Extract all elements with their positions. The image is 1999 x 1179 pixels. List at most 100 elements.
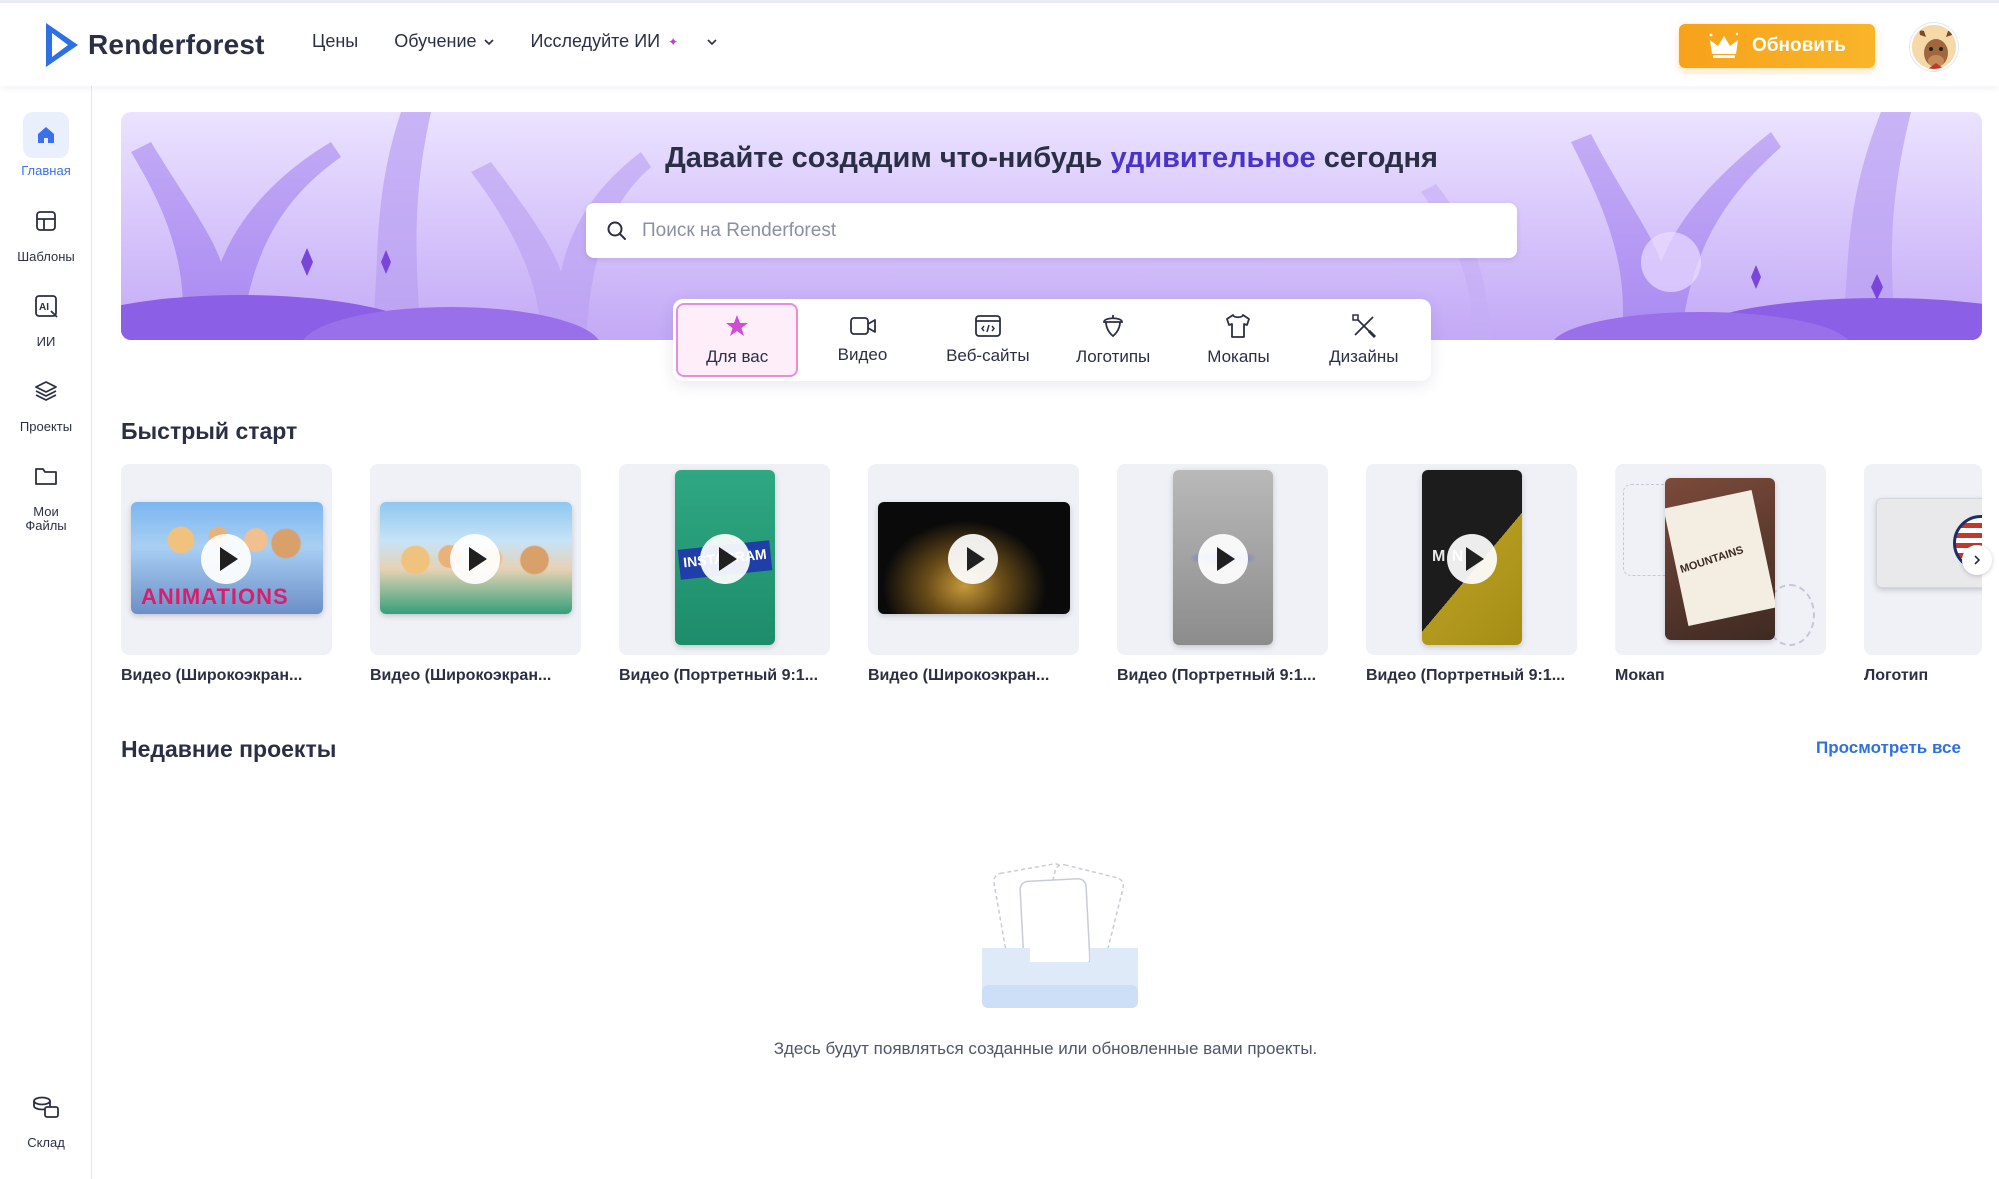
- moose-avatar-icon: [1912, 25, 1956, 69]
- star-icon: [726, 315, 749, 336]
- design-tools-icon: [1352, 314, 1376, 339]
- templates-icon: [23, 198, 69, 244]
- tshirt-icon: [1226, 314, 1251, 338]
- acorn-logo-icon: [1103, 315, 1124, 338]
- upgrade-label: Обновить: [1752, 35, 1846, 56]
- card-thumbnail: [868, 464, 1079, 655]
- sidebar-item-label: Мои Файлы: [25, 504, 67, 533]
- quick-start-card[interactable]: MOUNTAINS Мокап: [1615, 464, 1826, 685]
- quick-start-card[interactable]: M N Видео (Портретный 9:1...: [1366, 464, 1577, 685]
- tab-designs[interactable]: Дизайны: [1303, 303, 1425, 377]
- website-icon: [974, 315, 1001, 337]
- nav-pricing-label: Цены: [312, 31, 359, 51]
- tab-for-you[interactable]: Для вас: [676, 303, 799, 377]
- nav-explore-ai-label: Исследуйте ИИ: [530, 31, 661, 51]
- play-icon[interactable]: [201, 534, 251, 584]
- quick-start-card[interactable]: Логотип: [1864, 464, 1982, 685]
- upgrade-button[interactable]: Обновить: [1679, 24, 1875, 68]
- chevron-down-icon: [483, 38, 494, 45]
- quick-start-heading: Быстрый старт: [121, 418, 298, 444]
- recent-projects-heading: Недавние проекты: [121, 736, 337, 762]
- empty-state-message: Здесь будут появляться созданные или обн…: [773, 1039, 1318, 1058]
- sidebar-item-projects[interactable]: Проекты: [0, 368, 92, 434]
- card-label: Логотип: [1864, 667, 1929, 684]
- nav-learning-label: Обучение: [394, 31, 477, 51]
- quick-start-card[interactable]: INSTAGRAM Видео (Портретный 9:1...: [619, 464, 830, 685]
- tab-logos[interactable]: Логотипы: [1052, 303, 1174, 377]
- nav-pricing[interactable]: Цены: [312, 31, 358, 52]
- tab-label: Мокапы: [1207, 347, 1270, 366]
- video-camera-icon: [849, 317, 876, 335]
- stock-icon: [23, 1084, 69, 1130]
- nav-learning[interactable]: Обучение: [394, 31, 494, 52]
- logo-preview-image: [1876, 498, 1982, 588]
- brand-name: Renderforest: [88, 29, 265, 60]
- card-thumbnail: INSTAGRAM: [619, 464, 830, 655]
- sidebar-item-label: Шаблоны: [17, 249, 75, 264]
- mockup-preview-image: MOUNTAINS: [1665, 478, 1775, 640]
- card-thumbnail: M N: [1366, 464, 1577, 655]
- quick-start-card[interactable]: Видео (Широкоэкран...: [868, 464, 1079, 685]
- user-avatar[interactable]: [1910, 23, 1958, 71]
- folder-icon: [23, 453, 69, 499]
- tab-label: Дизайны: [1329, 347, 1399, 366]
- tab-label: Логотипы: [1076, 347, 1151, 366]
- sidebar-item-home[interactable]: Главная: [0, 112, 92, 178]
- tab-label: Видео: [837, 345, 888, 364]
- sparkle-icon: ✦: [668, 34, 679, 49]
- renderforest-logo-icon: [46, 23, 78, 67]
- card-label: Мокап: [1615, 667, 1665, 684]
- card-thumbnail: [370, 464, 581, 655]
- hero-title-start: Давайте создадим что-нибудь: [665, 142, 1111, 174]
- sidebar-item-label: Проекты: [19, 419, 73, 434]
- tab-label: Для вас: [706, 347, 769, 366]
- tab-mockups[interactable]: Мокапы: [1177, 303, 1299, 377]
- tab-video[interactable]: Видео: [801, 303, 923, 377]
- card-label: Видео (Портретный 9:1...: [619, 667, 819, 684]
- quick-start-card[interactable]: ANIMATIONS Видео (Широкоэкран...: [121, 464, 332, 685]
- sidebar-item-label: Главная: [21, 163, 71, 178]
- sidebar-item-label: ИИ: [36, 334, 56, 349]
- ai-icon: AI: [23, 283, 69, 329]
- empty-inbox-illustration: [982, 863, 1138, 1008]
- sidebar-item-templates[interactable]: Шаблоны: [0, 198, 92, 264]
- search-bar[interactable]: [586, 203, 1517, 258]
- tab-label: Веб-сайты: [946, 346, 1030, 365]
- layers-icon: [23, 368, 69, 414]
- chevron-down-icon: [707, 38, 717, 45]
- hero-title-end: сегодня: [1315, 142, 1438, 174]
- card-label: Видео (Портретный 9:1...: [1117, 667, 1317, 684]
- tab-websites[interactable]: Веб-сайты: [927, 303, 1049, 377]
- brand-logo[interactable]: Renderforest: [42, 21, 265, 69]
- sidebar-item-label: Склад: [27, 1135, 65, 1150]
- view-all-link[interactable]: Просмотреть все: [1816, 738, 1961, 758]
- card-thumbnail: MOUNTAINS: [1615, 464, 1826, 655]
- svg-text:AI: AI: [39, 302, 49, 313]
- sidebar: Главная Шаблоны AI ИИ Проекты Мои Файлы …: [0, 86, 92, 1179]
- main-nav: Цены Обучение Исследуйте ИИ ✦: [312, 31, 754, 52]
- quick-start-card[interactable]: Видео (Широкоэкран...: [370, 464, 581, 685]
- hero-title-accent: удивительное: [1110, 142, 1316, 174]
- card-label: Видео (Широкоэкран...: [370, 667, 552, 684]
- card-label: Видео (Широкоэкран...: [868, 667, 1050, 684]
- top-bar: Renderforest Цены Обучение Исследуйте ИИ…: [0, 0, 1999, 86]
- card-label: Видео (Широкоэкран...: [121, 667, 303, 684]
- card-label: Видео (Портретный 9:1...: [1366, 667, 1566, 684]
- sidebar-item-stock[interactable]: Склад: [0, 1084, 92, 1150]
- play-icon[interactable]: [450, 534, 500, 584]
- play-icon[interactable]: [700, 534, 750, 584]
- search-icon: [607, 221, 626, 240]
- play-icon[interactable]: [948, 534, 998, 584]
- category-tabs: Для вас Видео Веб-сайты Логотипы Мокапы …: [673, 299, 1431, 381]
- quick-start-card[interactable]: Видео (Портретный 9:1...: [1117, 464, 1328, 685]
- hero-title: Давайте создадим что-нибудь удивительное…: [121, 142, 1982, 175]
- carousel-next-button[interactable]: [1962, 545, 1992, 575]
- sidebar-item-my-files[interactable]: Мои Файлы: [0, 453, 92, 533]
- card-thumbnail: ANIMATIONS: [121, 464, 332, 655]
- sidebar-item-ai[interactable]: AI ИИ: [0, 283, 92, 349]
- search-input[interactable]: [642, 219, 1502, 242]
- chevron-right-icon: [1974, 555, 1981, 565]
- play-icon[interactable]: [1447, 534, 1497, 584]
- play-icon[interactable]: [1198, 534, 1248, 584]
- nav-explore-ai[interactable]: Исследуйте ИИ ✦: [531, 31, 719, 52]
